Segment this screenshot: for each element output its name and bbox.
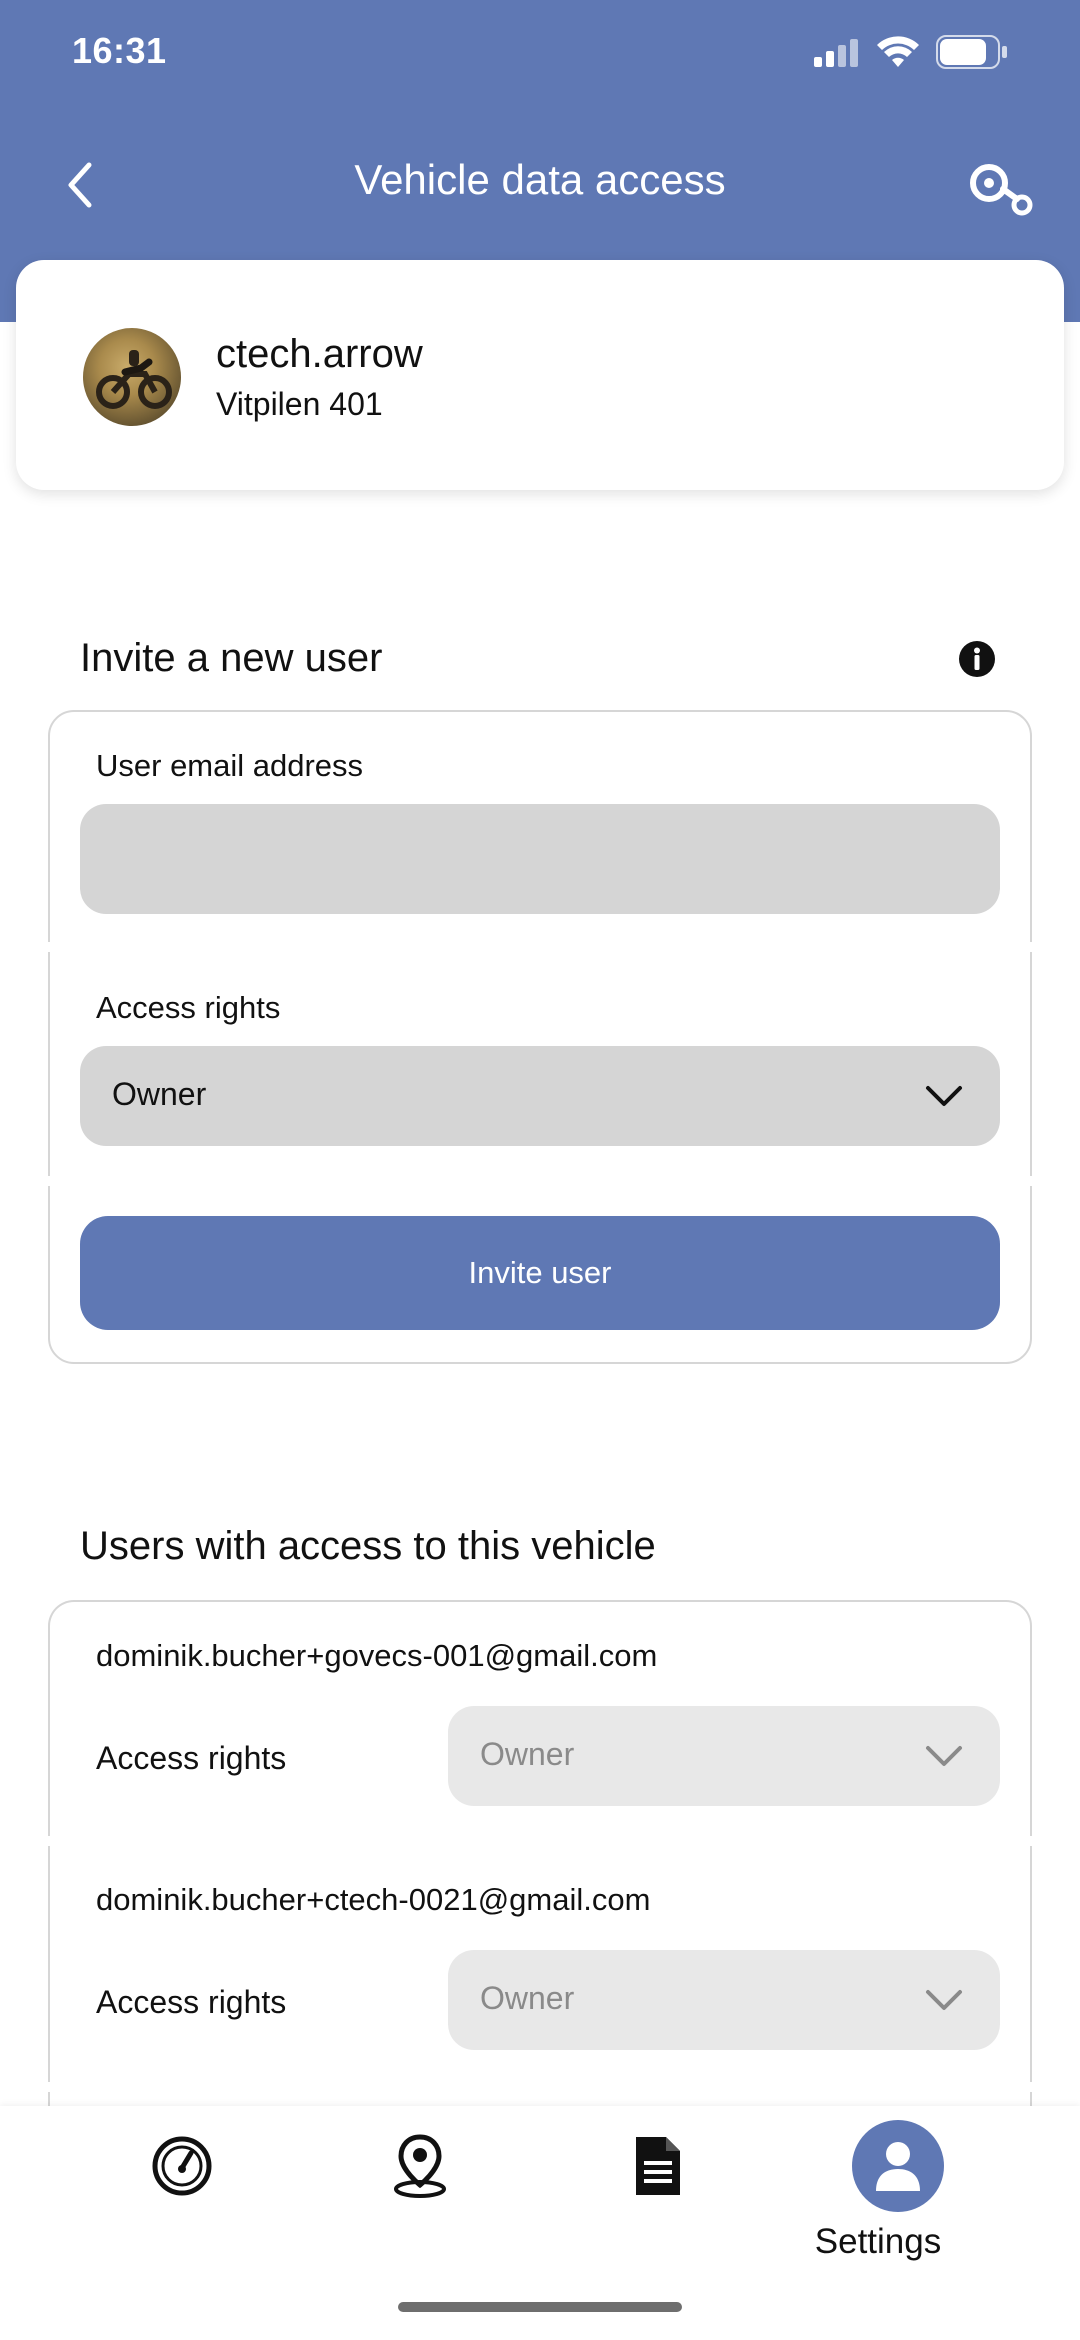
page-title: Vehicle data access: [354, 156, 726, 203]
key-share-button[interactable]: [960, 150, 1040, 230]
vehicle-avatar: [83, 328, 181, 426]
user-icon: [876, 2142, 920, 2191]
info-icon: [959, 641, 995, 677]
vehicle-card: ctech.arrow Vitpilen 401: [16, 260, 1064, 490]
email-field[interactable]: [80, 804, 1000, 914]
wifi-icon: [877, 36, 919, 67]
user-access-value: Owner: [480, 1980, 575, 2016]
speedometer-icon: [152, 2136, 212, 2196]
nav-dashboard[interactable]: [142, 2130, 222, 2202]
status-icons: [814, 30, 1008, 74]
access-rights-value: Owner: [112, 1076, 207, 1112]
user-access-select[interactable]: Owner: [448, 1706, 1000, 1806]
status-time: 16:31: [72, 30, 167, 71]
form-divider: [44, 1176, 1036, 1186]
chevron-down-icon: [926, 1990, 962, 2010]
nav-documents[interactable]: [618, 2126, 698, 2206]
motorcycle-image: [96, 350, 172, 409]
map-pin-icon: [394, 2134, 446, 2198]
users-list: [48, 1600, 1032, 2160]
nav-map[interactable]: [380, 2126, 460, 2206]
chevron-down-icon: [926, 1746, 962, 1766]
user-access-select[interactable]: Owner: [448, 1950, 1000, 2050]
form-divider: [44, 942, 1036, 952]
invite-user-button[interactable]: Invite user: [80, 1216, 1000, 1330]
user-email: dominik.bucher+ctech-0021@gmail.com: [96, 1882, 651, 1917]
user-access-label: Access rights: [96, 1984, 287, 2020]
list-divider: [44, 1836, 1036, 1846]
user-access-value: Owner: [480, 1736, 575, 1772]
users-section-title: Users with access to this vehicle: [80, 1524, 656, 1568]
battery-icon: [936, 35, 1007, 69]
user-email: dominik.bucher+govecs-001@gmail.com: [96, 1638, 658, 1673]
user-access-label: Access rights: [96, 1740, 287, 1776]
access-rights-label: Access rights: [96, 990, 281, 1025]
nav-settings[interactable]: [852, 2120, 944, 2212]
info-button[interactable]: [958, 640, 996, 678]
vehicle-model: Vitpilen 401: [216, 386, 383, 422]
invite-section-title: Invite a new user: [80, 636, 383, 680]
document-icon: [636, 2137, 680, 2195]
signal-icon: [814, 39, 858, 67]
chevron-down-icon: [926, 1086, 962, 1106]
vehicle-name: ctech.arrow: [216, 332, 423, 376]
email-label: User email address: [96, 748, 364, 783]
list-divider: [44, 2082, 1036, 2092]
nav-settings-label[interactable]: Settings: [780, 2222, 976, 2262]
home-indicator[interactable]: [398, 2302, 682, 2312]
access-rights-select[interactable]: Owner: [80, 1046, 1000, 1146]
key-icon: [970, 164, 1033, 216]
